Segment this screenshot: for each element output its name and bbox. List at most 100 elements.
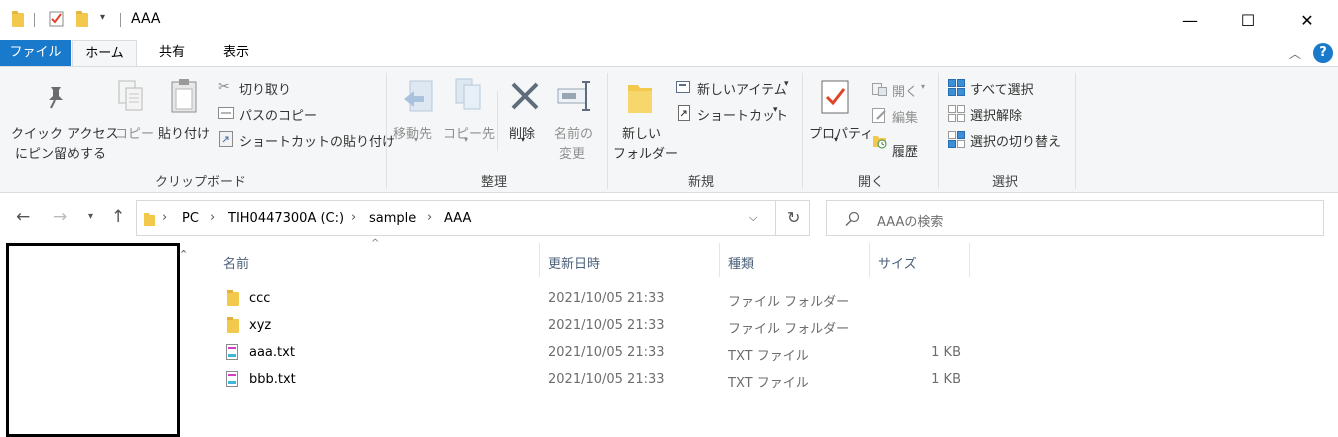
- rename-button[interactable]: 名前の: [554, 123, 593, 142]
- group-separator: [938, 73, 939, 189]
- ribbon: クイック アクセス にピン留めする コピー 貼り付け ✂ 切り取り パスのコピー…: [0, 66, 1338, 193]
- invert-selection-button[interactable]: 選択の切り替え: [970, 131, 1061, 150]
- refresh-icon[interactable]: ↻: [787, 208, 800, 227]
- edit-button[interactable]: 編集: [892, 107, 918, 126]
- rename-label-2: 変更: [559, 147, 586, 162]
- shortcut-icon: [678, 105, 690, 121]
- file-name: ccc: [249, 291, 271, 306]
- shortcut-dropdown-icon: ▾: [773, 105, 778, 115]
- delete-x-icon: [511, 82, 539, 110]
- text-file-icon: [226, 344, 238, 360]
- folder-icon: [227, 317, 239, 333]
- breadcrumb-chevron-icon[interactable]: ›: [210, 210, 215, 225]
- copy-button[interactable]: コピー: [115, 123, 154, 142]
- new-folder-quick-icon[interactable]: [76, 11, 88, 27]
- breadcrumb-pc[interactable]: PC: [182, 211, 199, 226]
- address-dropdown-chevron-icon[interactable]: ⌵: [749, 211, 757, 225]
- new-folder-button[interactable]: 新しい: [622, 123, 661, 142]
- column-divider[interactable]: [719, 243, 720, 277]
- sort-ascending-caret-icon: ^: [371, 238, 380, 249]
- group-separator: [386, 73, 387, 189]
- history-button[interactable]: 履歴: [892, 141, 918, 160]
- back-arrow-icon[interactable]: ←: [16, 207, 30, 227]
- file-name: aaa.txt: [249, 345, 295, 360]
- minimize-icon: —: [1182, 10, 1198, 30]
- new-item-dropdown-icon: ▾: [784, 79, 789, 89]
- minimize-button[interactable]: —: [1167, 0, 1213, 40]
- file-row[interactable]: aaa.txt 2021/10/05 21:33 TXT ファイル 1 KB: [220, 340, 970, 367]
- copy-path-button[interactable]: パスのコピー: [239, 105, 317, 124]
- text-file-icon: [226, 371, 238, 387]
- breadcrumb-chevron-icon[interactable]: ›: [162, 210, 167, 225]
- delete-dropdown-icon: ▾: [521, 135, 526, 144]
- search-placeholder: AAAの検索: [877, 215, 944, 230]
- organize-inner-separator: [497, 91, 498, 151]
- properties-checkmark-icon[interactable]: [49, 11, 65, 27]
- select-none-button[interactable]: 選択解除: [970, 105, 1022, 124]
- cut-scissors-icon: ✂: [218, 79, 230, 95]
- open-button[interactable]: 開く: [892, 81, 918, 100]
- file-date: 2021/10/05 21:33: [548, 372, 665, 387]
- pin-icon: [49, 87, 63, 109]
- pin-to-quick-access-label-2: にピン留めする: [15, 147, 107, 162]
- file-row[interactable]: xyz 2021/10/05 21:33 ファイル フォルダー: [220, 313, 970, 340]
- close-button[interactable]: ✕: [1284, 0, 1330, 40]
- new-item-button[interactable]: 新しいアイテム: [697, 79, 787, 98]
- breadcrumb-chevron-icon[interactable]: ›: [427, 210, 432, 225]
- search-icon: [845, 211, 860, 226]
- file-date: 2021/10/05 21:33: [548, 291, 665, 306]
- file-row[interactable]: ccc 2021/10/05 21:33 ファイル フォルダー: [220, 286, 970, 313]
- edit-icon: [872, 108, 886, 123]
- breadcrumb-sample[interactable]: sample: [369, 211, 416, 226]
- paste-button[interactable]: 貼り付け: [158, 123, 210, 142]
- paste-shortcut-button[interactable]: ショートカットの貼り付け: [239, 131, 395, 150]
- column-header-name[interactable]: 名前: [223, 253, 249, 272]
- address-bar[interactable]: › PC › TIH0447300A (C:) › sample › AAA ⌵…: [136, 200, 810, 236]
- copy-icon: [118, 80, 143, 111]
- tab-view[interactable]: 表示: [206, 40, 266, 66]
- tab-share[interactable]: 共有: [138, 40, 206, 66]
- file-row[interactable]: bbb.txt 2021/10/05 21:33 TXT ファイル 1 KB: [220, 367, 970, 394]
- column-header-date[interactable]: 更新日時: [548, 253, 600, 272]
- forward-arrow-icon[interactable]: →: [53, 207, 67, 227]
- breadcrumb-drive[interactable]: TIH0447300A (C:): [228, 211, 344, 226]
- tab-home[interactable]: ホーム: [72, 40, 137, 66]
- open-dropdown-icon: ▾: [921, 82, 926, 91]
- recent-locations-chevron-icon[interactable]: ▾: [88, 211, 93, 222]
- move-to-dropdown-icon: ▾: [414, 135, 419, 144]
- ribbon-tabs: ファイル ホーム 共有 表示: [0, 40, 1338, 66]
- title-separator: [120, 13, 121, 27]
- move-to-icon: [404, 80, 433, 112]
- new-folder-icon: [628, 85, 652, 113]
- breadcrumb-chevron-icon[interactable]: ›: [351, 210, 356, 225]
- pin-to-quick-access-button[interactable]: クイック アクセス: [11, 123, 118, 142]
- breadcrumb-aaa[interactable]: AAA: [444, 211, 471, 226]
- file-name: bbb.txt: [249, 372, 296, 387]
- cut-button[interactable]: 切り取り: [239, 79, 291, 98]
- copy-to-button[interactable]: コピー先: [443, 123, 495, 142]
- file-date: 2021/10/05 21:33: [548, 318, 665, 333]
- address-folder-icon: [144, 213, 155, 226]
- organize-group-label: 整理: [481, 175, 508, 190]
- column-divider[interactable]: [539, 243, 540, 277]
- search-box[interactable]: AAAの検索: [826, 200, 1324, 236]
- properties-button[interactable]: プロパティ: [809, 123, 873, 142]
- customize-quick-access-dropdown-icon[interactable]: ▾: [100, 12, 105, 23]
- nav-scroll-up-icon[interactable]: ⌃: [179, 248, 188, 261]
- column-header-size[interactable]: サイズ: [878, 253, 917, 272]
- maximize-button[interactable]: ☐: [1225, 0, 1271, 40]
- column-divider[interactable]: [869, 243, 870, 277]
- ribbon-collapse-chevron-icon[interactable]: ︿: [1289, 45, 1301, 62]
- column-header-type[interactable]: 種類: [728, 253, 754, 272]
- invert-selection-icon: [948, 131, 965, 148]
- navigation-pane[interactable]: [6, 243, 180, 437]
- group-separator: [802, 73, 803, 189]
- select-all-button[interactable]: すべて選択: [970, 79, 1034, 98]
- close-icon: ✕: [1300, 10, 1314, 30]
- tab-file[interactable]: ファイル: [0, 40, 71, 66]
- move-to-button[interactable]: 移動先: [393, 123, 432, 142]
- help-button[interactable]: ?: [1313, 43, 1333, 63]
- up-arrow-icon[interactable]: ↑: [111, 207, 125, 227]
- column-divider[interactable]: [969, 243, 970, 277]
- file-type: TXT ファイル: [728, 376, 809, 391]
